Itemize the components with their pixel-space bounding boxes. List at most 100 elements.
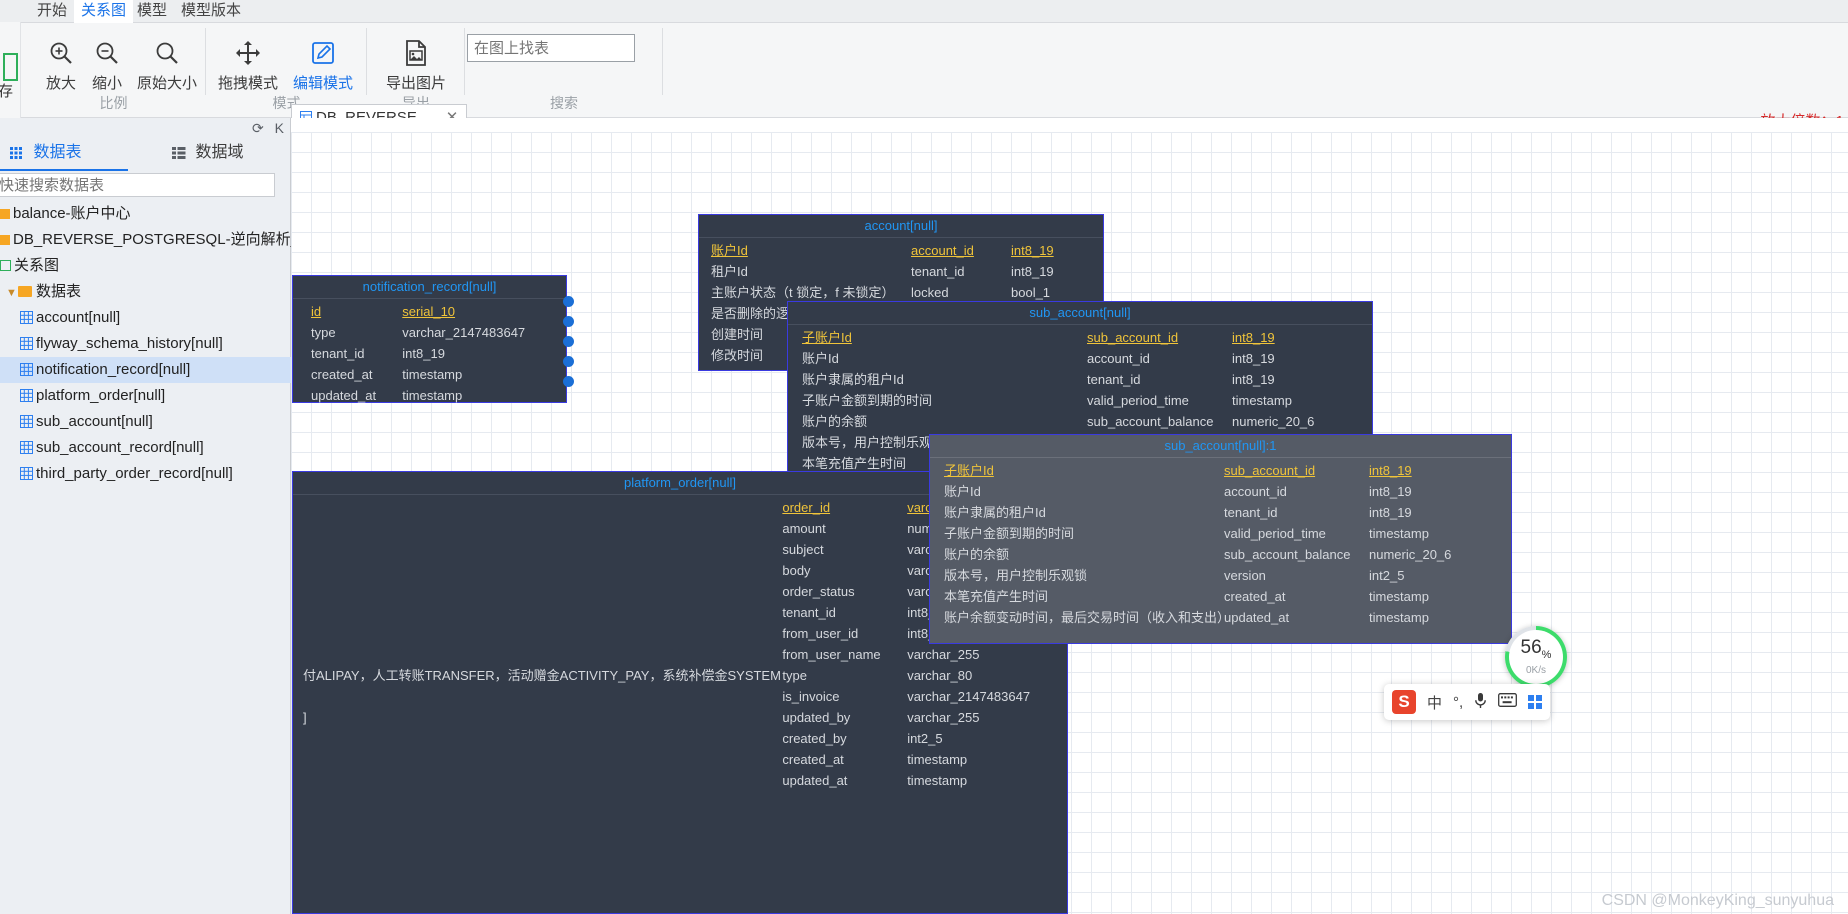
connector-port[interactable] bbox=[563, 376, 574, 387]
diagram-search-box[interactable] bbox=[467, 34, 635, 62]
entity-column-row[interactable]: 子账户Id sub_account_id int8_19 bbox=[930, 460, 1511, 481]
column-name: is_invoice bbox=[782, 689, 840, 704]
ribbon-tab-strip: 开始 关系图 模型 模型版本 bbox=[0, 0, 1848, 23]
entity-column-row[interactable]: 账户余额变动时间，最后交易时间（收入和支出） updated_at timestam… bbox=[930, 607, 1511, 628]
diagram-canvas[interactable]: notification_record[null] id serial_10 type… bbox=[291, 118, 1848, 914]
column-type: numeric_20_6 bbox=[1232, 414, 1315, 429]
zoom-out-label: 缩小 bbox=[91, 75, 122, 92]
column-name: valid_period_time bbox=[1087, 393, 1189, 408]
entity-column-row[interactable]: 子账户Id sub_account_id int8_19 bbox=[788, 327, 1372, 348]
entity-column-row[interactable]: created_at timestamp bbox=[293, 749, 1067, 770]
zoom-out-button[interactable]: 缩小 bbox=[85, 36, 129, 93]
tree-item-table[interactable]: flyway_schema_history[null] bbox=[0, 331, 291, 357]
entity-title: notification_record[null] bbox=[293, 276, 566, 299]
table-search-input[interactable] bbox=[0, 174, 274, 196]
column-comment: 本笔充值产生时间 bbox=[944, 589, 1049, 604]
zoom-reset-button[interactable]: 原始大小 bbox=[131, 36, 203, 93]
mic-icon[interactable] bbox=[1474, 692, 1487, 713]
collapse-icon[interactable]: K bbox=[275, 120, 284, 136]
apps-icon[interactable] bbox=[1528, 695, 1543, 709]
entity-column-row[interactable]: 租户Id tenant_id int8_19 bbox=[699, 261, 1103, 282]
tree-item-project[interactable]: balance-账户中心 bbox=[0, 201, 291, 227]
entity-column-row[interactable]: tenant_id int8_19 bbox=[293, 343, 566, 364]
connector-port[interactable] bbox=[563, 296, 574, 307]
column-name: created_by bbox=[782, 731, 847, 746]
column-comment: created_at bbox=[311, 367, 373, 382]
chevron-down-icon[interactable]: ▼ bbox=[6, 280, 18, 305]
entity-column-row[interactable]: 账户Id account_id int8_19 bbox=[699, 240, 1103, 261]
entity-column-row[interactable]: 账户Id account_id int8_19 bbox=[788, 348, 1372, 369]
entity-column-row[interactable]: 付ALIPAY，人工转账TRANSFER，活动赠金ACTIVITY_PAY，系统… bbox=[293, 665, 1067, 686]
ribbon-tab-model[interactable]: 模型 bbox=[130, 0, 174, 22]
entity-column-row[interactable]: id serial_10 bbox=[293, 301, 566, 322]
entity-column-row[interactable]: 本笔充值产生时间 created_at timestamp bbox=[930, 586, 1511, 607]
entity-column-row[interactable]: created_by int2_5 bbox=[293, 728, 1067, 749]
entity-column-row[interactable]: ] updated_by varchar_255 bbox=[293, 707, 1067, 728]
notification_record-entity[interactable]: notification_record[null] id serial_10 type… bbox=[292, 275, 567, 403]
tree-item-table[interactable]: account[null] bbox=[0, 305, 291, 331]
tab-data-tables[interactable]: 数据表 bbox=[10, 136, 81, 170]
ime-punctuation-toggle[interactable]: °, bbox=[1453, 694, 1463, 711]
save-label: 存 bbox=[0, 83, 14, 100]
column-name: updated_at bbox=[1224, 610, 1290, 625]
tab-data-domains[interactable]: 数据域 bbox=[172, 136, 243, 170]
refresh-icon[interactable]: ⟳ bbox=[252, 120, 264, 136]
column-name: timestamp bbox=[402, 388, 463, 403]
column-comment: tenant_id bbox=[311, 346, 365, 361]
entity-column-row[interactable]: 子账户金额到期的时间 valid_period_time timestamp bbox=[930, 523, 1511, 544]
ribbon-tab-model-version[interactable]: 模型版本 bbox=[174, 0, 248, 22]
tree-item-table[interactable]: third_party_order_record[null] bbox=[0, 461, 291, 487]
column-name: serial_10 bbox=[402, 304, 456, 319]
ribbon-tab-start[interactable]: 开始 bbox=[30, 0, 74, 22]
entity-column-row[interactable]: 账户的余额 sub_account_balance numeric_20_6 bbox=[930, 544, 1511, 565]
edit-mode-button[interactable]: 编辑模式 bbox=[286, 36, 360, 93]
entity-column-row[interactable]: updated_at timestamp bbox=[293, 770, 1067, 791]
tree-item-project[interactable]: DB_REVERSE_POSTGRESQL-逆向解析_POST bbox=[0, 227, 291, 253]
ime-toolbar[interactable]: S 中 °, bbox=[1384, 684, 1551, 720]
sub-account-1-entity[interactable]: sub_account[null]:1 子账户Id sub_account_id in… bbox=[929, 434, 1512, 644]
keyboard-icon[interactable] bbox=[1498, 693, 1518, 711]
table-search-box[interactable] bbox=[0, 173, 275, 197]
ribbon-tab-diagram[interactable]: 关系图 bbox=[74, 0, 134, 23]
tree-item-folder[interactable]: ▼ 数据表 bbox=[0, 279, 291, 305]
column-name: sub_account_balance bbox=[1087, 414, 1214, 429]
entity-column-row[interactable]: 账户Id account_id int8_19 bbox=[930, 481, 1511, 502]
download-speed-widget[interactable]: 56% 0K/s bbox=[1505, 626, 1567, 688]
connector-port[interactable] bbox=[563, 356, 574, 367]
entity-column-row[interactable]: type varchar_2147483647 bbox=[293, 322, 566, 343]
drag-mode-button[interactable]: 拖拽模式 bbox=[211, 36, 285, 93]
tree-item-table[interactable]: sub_account[null] bbox=[0, 409, 291, 435]
entity-column-row[interactable]: 账户隶属的租户Id tenant_id int8_19 bbox=[788, 369, 1372, 390]
entity-column-row[interactable]: updated_at timestamp bbox=[293, 385, 566, 406]
speed-percent: 56% bbox=[1520, 636, 1552, 661]
entity-column-row[interactable]: is_invoice varchar_2147483647 bbox=[293, 686, 1067, 707]
canvas-grid: notification_record[null] id serial_10 type… bbox=[291, 132, 1848, 914]
tree-item-table[interactable]: notification_record[null] bbox=[0, 357, 291, 383]
entity-column-row[interactable]: 账户的余额 sub_account_balance numeric_20_6 bbox=[788, 411, 1372, 432]
zoom-in-button[interactable]: 放大 bbox=[39, 36, 83, 93]
ime-logo-icon[interactable]: S bbox=[1392, 690, 1416, 714]
diagram-search-input[interactable] bbox=[468, 35, 634, 61]
connector-port[interactable] bbox=[563, 336, 574, 347]
entity-column-row[interactable]: created_at timestamp bbox=[293, 364, 566, 385]
export-image-icon bbox=[373, 36, 459, 70]
entity-column-row[interactable]: 子账户金额到期的时间 valid_period_time timestamp bbox=[788, 390, 1372, 411]
drag-mode-label: 拖拽模式 bbox=[217, 75, 278, 92]
column-type: varchar_2147483647 bbox=[907, 689, 1031, 704]
column-name: created_at bbox=[782, 752, 844, 767]
tree-item-diagram[interactable]: 关系图 bbox=[0, 253, 291, 279]
tree-item-table[interactable]: sub_account_record[null] bbox=[0, 435, 291, 461]
column-name: locked bbox=[911, 285, 949, 300]
ime-lang-toggle[interactable]: 中 bbox=[1427, 692, 1442, 713]
column-comment bbox=[303, 560, 782, 581]
entity-column-row[interactable]: 账户隶属的租户Id tenant_id int8_19 bbox=[930, 502, 1511, 523]
column-type: int2_5 bbox=[1369, 568, 1405, 583]
entity-column-row[interactable]: 版本号，用户控制乐观锁 version int2_5 bbox=[930, 565, 1511, 586]
tree-item-table[interactable]: platform_order[null] bbox=[0, 383, 291, 409]
export-image-button[interactable]: 导出图片 bbox=[373, 36, 459, 93]
column-comment: 账户隶属的租户Id bbox=[944, 505, 1046, 520]
connector-port[interactable] bbox=[563, 316, 574, 327]
entity-column-row[interactable]: from_user_name varchar_255 bbox=[293, 644, 1067, 665]
column-comment: type bbox=[311, 325, 336, 340]
entity-column-row[interactable]: 主账户状态（t 锁定，f 未锁定） locked bool_1 bbox=[699, 282, 1103, 303]
